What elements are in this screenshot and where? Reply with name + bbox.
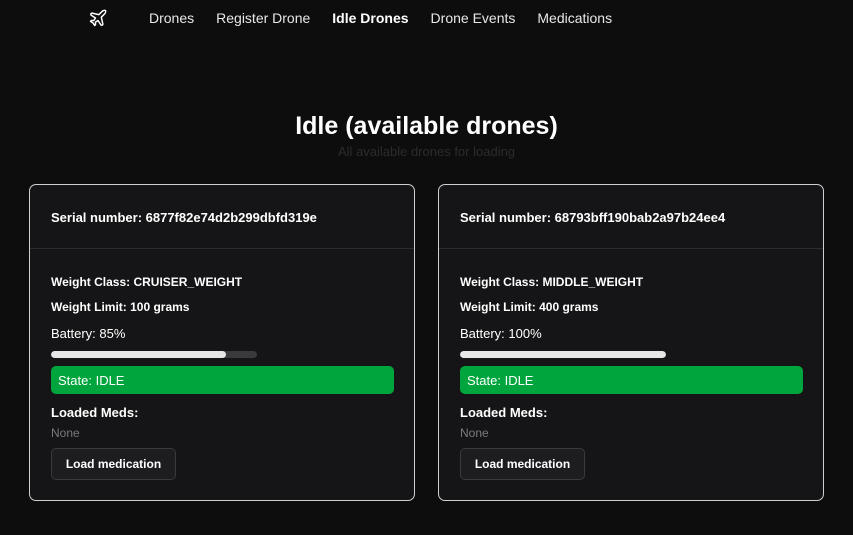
loaded-meds-value: None	[51, 426, 80, 440]
nav-link-drone-events[interactable]: Drone Events	[431, 10, 516, 26]
load-medication-button[interactable]: Load medication	[460, 448, 585, 480]
battery-label: Battery: 100%	[460, 326, 542, 341]
loaded-meds-label: Loaded Meds:	[51, 405, 139, 420]
load-medication-button[interactable]: Load medication	[51, 448, 176, 480]
nav-link-register-drone[interactable]: Register Drone	[216, 10, 310, 26]
state-badge: State: IDLE	[460, 366, 803, 394]
battery-progress-fill	[51, 351, 227, 358]
nav-link-medications[interactable]: Medications	[537, 10, 612, 26]
state-badge: State: IDLE	[51, 366, 394, 394]
drone-serial-number: Serial number: 68793bff190bab2a97b24ee4	[439, 185, 823, 249]
battery-progress-bar	[460, 351, 666, 358]
nav-links: Drones Register Drone Idle Drones Drone …	[149, 10, 612, 26]
drone-card: Serial number: 6877f82e74d2b299dbfd319e …	[29, 184, 415, 501]
airplane-icon[interactable]	[88, 8, 108, 28]
nav-link-drones[interactable]: Drones	[149, 10, 194, 26]
weight-class: Weight Class: MIDDLE_WEIGHT	[460, 275, 644, 289]
page-subtitle: All available drones for loading	[337, 144, 516, 159]
weight-class: Weight Class: CRUISER_WEIGHT	[51, 275, 243, 289]
battery-progress-fill	[460, 351, 666, 358]
nav-link-idle-drones[interactable]: Idle Drones	[332, 10, 408, 26]
loaded-meds-value: None	[460, 426, 489, 440]
weight-limit: Weight Limit: 400 grams	[460, 300, 599, 314]
battery-progress-bar	[51, 351, 257, 358]
weight-limit: Weight Limit: 100 grams	[51, 300, 190, 314]
page-title: Idle (available drones)	[295, 112, 558, 140]
drone-serial-number: Serial number: 6877f82e74d2b299dbfd319e	[30, 185, 414, 249]
drone-card: Serial number: 68793bff190bab2a97b24ee4 …	[438, 184, 824, 501]
battery-label: Battery: 85%	[51, 326, 126, 341]
top-navbar: Drones Register Drone Idle Drones Drone …	[0, 0, 853, 36]
loaded-meds-label: Loaded Meds:	[460, 405, 548, 420]
